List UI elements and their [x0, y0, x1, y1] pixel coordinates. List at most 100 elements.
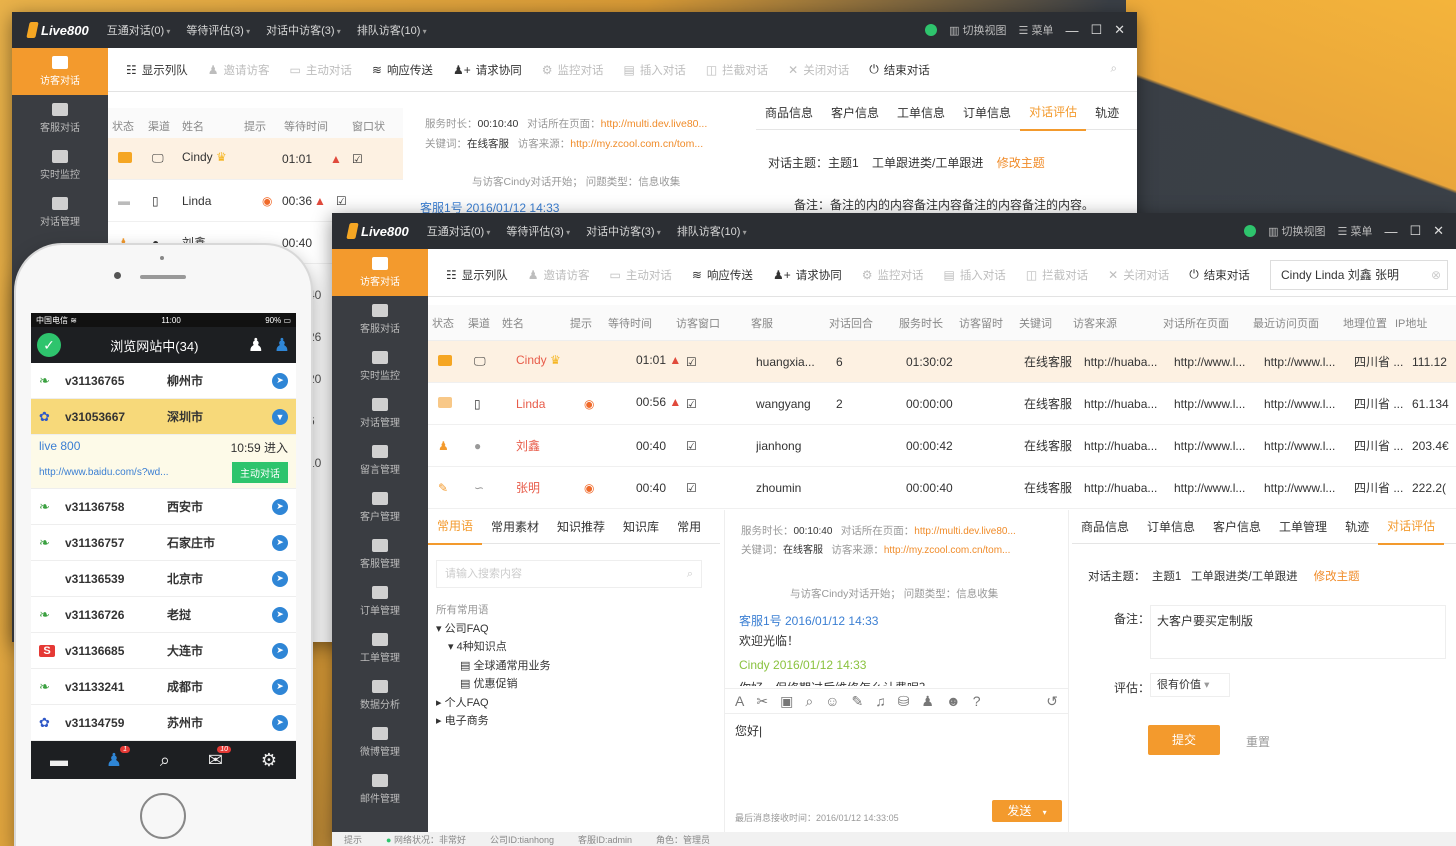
- list-item[interactable]: ❧ v31136757 石家庄市 ➤: [31, 525, 296, 561]
- arrow-right-icon[interactable]: ➤: [272, 372, 288, 389]
- sidebar-item-visitor-chat[interactable]: 访客对话: [332, 249, 428, 296]
- mail-tab-icon[interactable]: ✉ 10: [208, 745, 231, 771]
- online-status-icon[interactable]: [925, 24, 938, 36]
- col-window[interactable]: 窗口状: [352, 118, 392, 134]
- edit-topic-link[interactable]: 修改主题: [997, 156, 1045, 170]
- sidebar-item-monitor[interactable]: 实时监控: [12, 142, 108, 189]
- arrow-right-icon[interactable]: ➤: [272, 606, 288, 623]
- col-status[interactable]: 状态: [112, 118, 148, 134]
- sidebar-item-message-manage[interactable]: 留言管理: [332, 437, 428, 484]
- note-field[interactable]: 备注的内的内容备注内容备注的内容备注的内容。: [830, 198, 1094, 212]
- transfer-button[interactable]: ≋ 响应传送: [692, 267, 753, 283]
- insert-dialog-button[interactable]: ▤ 插入对话: [623, 62, 685, 78]
- page-cell[interactable]: http://www.l...: [1174, 397, 1264, 411]
- tab-track[interactable]: 轨迹: [1086, 96, 1128, 130]
- contacts-icon[interactable]: ♟: [248, 335, 264, 356]
- minimize-icon[interactable]: —: [1384, 224, 1397, 239]
- edit-icon[interactable]: ✎: [851, 693, 863, 710]
- tree-node[interactable]: ▸ 电子商务: [436, 712, 550, 731]
- sidebar-item-agent-manage[interactable]: 客服管理: [332, 531, 428, 578]
- list-item[interactable]: v31136539 北京市 ➤: [31, 561, 296, 597]
- active-chat-button[interactable]: ▭ 主动对话: [290, 62, 352, 78]
- tree-node[interactable]: ▸ 个人FAQ: [436, 694, 550, 713]
- search-tab-icon[interactable]: ⌕: [160, 750, 170, 771]
- list-item[interactable]: ❧ v31136726 老挝 ➤: [31, 597, 296, 633]
- sidebar-item-analytics[interactable]: 数据分析: [332, 672, 428, 719]
- settings-tab-icon[interactable]: ⚙: [261, 750, 277, 771]
- sidebar-item-ticket-manage[interactable]: 工单管理: [332, 625, 428, 672]
- table-row[interactable]: ✎ ∽ 张明 ◉ 00:40 ☑ zhoumin 00:00:40 在线客服 h…: [428, 467, 1456, 509]
- source-cell[interactable]: http://huaba...: [1084, 355, 1174, 369]
- tab-evaluation[interactable]: 对话评估: [1378, 509, 1445, 545]
- window-edit-icon[interactable]: ☑: [686, 439, 756, 453]
- col-channel[interactable]: 渠道: [148, 118, 182, 134]
- tab-phrases[interactable]: 常用语: [428, 509, 483, 545]
- sidebar-item-agent-chat[interactable]: 客服对话: [12, 95, 108, 142]
- page-cell[interactable]: http://www.l...: [1174, 439, 1264, 453]
- chevron-down-icon[interactable]: ▼: [272, 408, 288, 425]
- invite-button[interactable]: ♟ 邀请访客: [528, 267, 590, 283]
- recent-cell[interactable]: http://www.l...: [1264, 481, 1354, 495]
- submit-button[interactable]: 提交: [1148, 725, 1220, 755]
- home-button[interactable]: [140, 793, 186, 839]
- tab-ticket[interactable]: 工单管理: [1270, 510, 1336, 544]
- edit-topic-link[interactable]: 修改主题: [1314, 571, 1360, 583]
- window-edit-icon[interactable]: ☑: [686, 481, 756, 495]
- list-item[interactable]: ❧ v31136758 西安市 ➤: [31, 489, 296, 525]
- tab-ticket[interactable]: 工单信息: [888, 96, 954, 130]
- col-channel[interactable]: 渠道: [468, 315, 502, 331]
- sidebar-item-order-manage[interactable]: 订单管理: [332, 578, 428, 625]
- chat-tab-icon[interactable]: ▬: [50, 750, 68, 771]
- tab-evaluation[interactable]: 对话评估: [1020, 95, 1087, 131]
- reset-button[interactable]: 重置: [1246, 733, 1270, 750]
- col-name[interactable]: 姓名: [502, 315, 570, 331]
- menu-item[interactable]: 排队访客(10): [357, 22, 427, 38]
- request-help-button[interactable]: ♟+ 请求协同: [453, 62, 522, 78]
- sidebar-item-monitor[interactable]: 实时监控: [332, 343, 428, 390]
- table-row[interactable]: 🖵 Cindy ♛ 01:01 ▲ ☑ huangxia... 6 01:30:…: [428, 341, 1456, 383]
- note-field[interactable]: 大客户要买定制版: [1150, 605, 1446, 659]
- intercept-button[interactable]: ◫ 拦截对话: [706, 62, 768, 78]
- col-status[interactable]: 状态: [432, 315, 468, 331]
- col-stay[interactable]: 访客留时: [959, 315, 1019, 331]
- send-button[interactable]: 发送 ▾: [992, 800, 1062, 822]
- list-item[interactable]: ✿ v31134759 苏州市 ➤: [31, 705, 296, 741]
- tab-customer[interactable]: 客户信息: [822, 96, 888, 130]
- sidebar-item-weibo[interactable]: 微博管理: [332, 719, 428, 766]
- search-icon[interactable]: ⌕: [805, 693, 813, 710]
- clear-icon[interactable]: ⊗: [1431, 261, 1441, 289]
- page-cell[interactable]: http://www.l...: [1174, 355, 1264, 369]
- show-queue-button[interactable]: ☷ 显示列队: [446, 267, 508, 283]
- sidebar-item-customer-manage[interactable]: 客户管理: [332, 484, 428, 531]
- help-icon[interactable]: ?: [973, 693, 981, 709]
- recent-cell[interactable]: http://www.l...: [1264, 397, 1354, 411]
- recent-cell[interactable]: http://www.l...: [1264, 355, 1354, 369]
- visitor-url[interactable]: http://www.baidu.com/s?wd...: [39, 467, 169, 478]
- col-visitor-window[interactable]: 访客窗口: [676, 315, 751, 331]
- tree-leaf[interactable]: ▤ 全球通常用业务: [436, 657, 550, 676]
- menu-item[interactable]: 对话中访客(3): [586, 223, 661, 239]
- col-duration[interactable]: 服务时长: [899, 315, 959, 331]
- tab-knowledge[interactable]: 知识库: [614, 510, 668, 544]
- col-name[interactable]: 姓名: [182, 118, 244, 134]
- switch-view-button[interactable]: ▥ 切换视图: [949, 22, 1006, 38]
- history-icon[interactable]: ↺: [1046, 693, 1058, 710]
- table-row[interactable]: 🖵 Cindy ♛ 01:01 ▲ ☑: [108, 138, 403, 180]
- window-edit-icon[interactable]: ☑: [352, 152, 372, 166]
- col-wait[interactable]: 等待时间: [608, 315, 676, 331]
- invite-button[interactable]: ♟ 邀请访客: [208, 62, 270, 78]
- col-agent[interactable]: 客服: [751, 315, 829, 331]
- arrow-right-icon[interactable]: ➤: [272, 714, 288, 731]
- list-item[interactable]: Sv31136685 大连市 ➤: [31, 633, 296, 669]
- source-link[interactable]: http://my.zcool.com.cn/tom...: [570, 138, 703, 150]
- list-item[interactable]: ❧ v31136765 柳州市 ➤: [31, 363, 296, 399]
- visitor-search-input[interactable]: Cindy Linda 刘鑫 张明 ⊗: [1270, 259, 1448, 290]
- tab-product[interactable]: 商品信息: [756, 96, 822, 130]
- menu-button[interactable]: ☰ 菜单: [1338, 223, 1373, 239]
- visitor-tab-icon[interactable]: ♟ 1: [106, 745, 130, 771]
- source-cell[interactable]: http://huaba...: [1084, 397, 1174, 411]
- search-icon[interactable]: ⌕: [1111, 63, 1137, 76]
- window-edit-icon[interactable]: ☑: [686, 355, 756, 369]
- col-source[interactable]: 访客来源: [1073, 315, 1163, 331]
- menu-item[interactable]: 等待评估(3): [186, 22, 250, 38]
